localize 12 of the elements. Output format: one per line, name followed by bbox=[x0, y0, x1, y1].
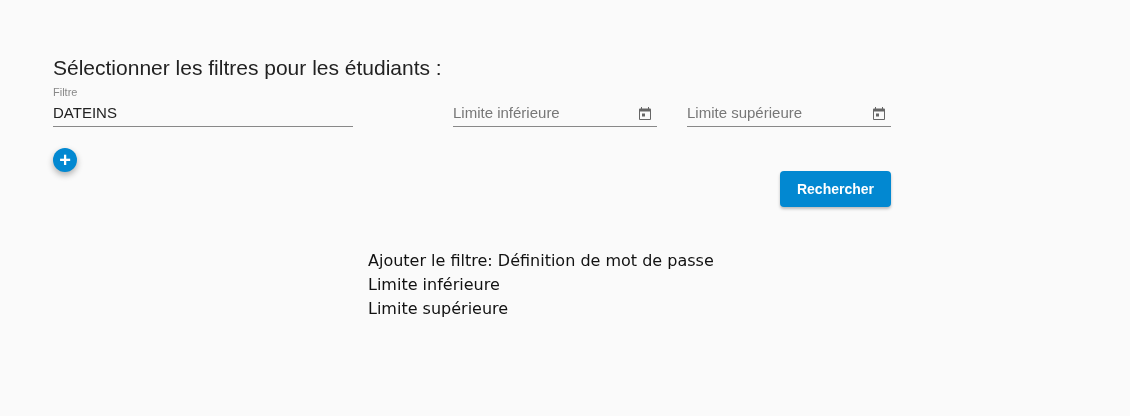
calendar-icon[interactable] bbox=[639, 107, 651, 120]
filter-field[interactable]: DATEINS bbox=[53, 104, 353, 127]
page-heading: Sélectionner les filtres pour les étudiants : bbox=[53, 55, 443, 81]
note-line: Limite supérieure bbox=[368, 298, 510, 320]
note-line: Ajouter le filtre: Définition de mot de passe bbox=[368, 250, 715, 272]
search-button[interactable]: Rechercher bbox=[780, 171, 891, 207]
date-field[interactable]: Limite inférieure bbox=[453, 104, 657, 127]
add-button[interactable]: + bbox=[53, 148, 77, 172]
date-field[interactable]: Limite supérieure bbox=[687, 104, 891, 127]
calendar-icon[interactable] bbox=[873, 107, 885, 120]
field-label: Filtre bbox=[53, 86, 78, 98]
note-line: Limite inférieure bbox=[368, 274, 501, 296]
